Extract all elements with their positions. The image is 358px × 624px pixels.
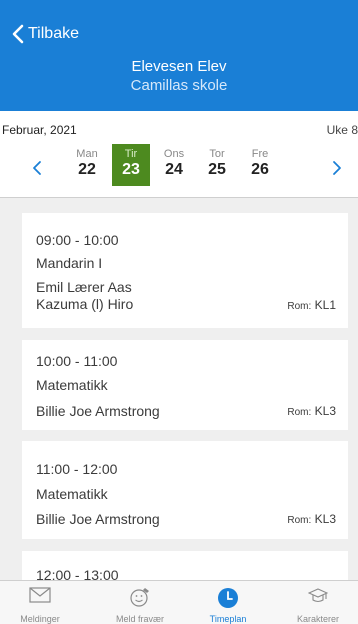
lesson-teacher: Emil Lærer Aas bbox=[36, 279, 132, 295]
graduation-cap-icon bbox=[308, 588, 328, 603]
room-value: KL3 bbox=[314, 404, 336, 418]
app-screen: Tilbake Elevesen Elev Camillas skole Feb… bbox=[0, 0, 358, 624]
day-name: Tir bbox=[124, 148, 138, 160]
lesson-card[interactable]: 10:00 - 11:00 Matematikk Billie Joe Arms… bbox=[22, 340, 348, 430]
room-label: Rom: bbox=[287, 301, 312, 312]
back-label: Tilbake bbox=[28, 25, 79, 42]
back-button[interactable]: Tilbake bbox=[12, 24, 79, 44]
lesson-time: 09:00 - 10:00 bbox=[36, 232, 119, 248]
month-label: Februar, 2021 bbox=[2, 123, 77, 137]
day-date: 24 bbox=[165, 161, 183, 178]
lesson-teacher-secondary: Kazuma (l) Hiro bbox=[36, 296, 134, 312]
next-week-icon[interactable] bbox=[330, 159, 344, 177]
day-friday[interactable]: Fre 26 bbox=[241, 144, 279, 186]
week-selector: Februar, 2021 Uke 8 Man 22 Tir 23 Ons 24… bbox=[0, 111, 358, 197]
tab-label: Karakterer bbox=[296, 614, 340, 624]
lesson-time: 11:00 - 12:00 bbox=[36, 461, 118, 477]
chevron-left-icon bbox=[12, 24, 24, 44]
room-value: KL3 bbox=[314, 512, 336, 526]
day-name: Man bbox=[76, 148, 98, 160]
tab-karakterer[interactable]: Karakterer bbox=[278, 581, 358, 624]
tab-label: Meldinger bbox=[20, 614, 60, 624]
envelope-icon bbox=[29, 587, 51, 603]
room-label: Rom: bbox=[287, 407, 312, 418]
lesson-teacher: Billie Joe Armstrong bbox=[36, 403, 160, 419]
lesson-subject: Mandarin I bbox=[36, 255, 103, 271]
day-name: Fre bbox=[251, 148, 269, 160]
day-name: Ons bbox=[163, 148, 185, 160]
day-name: Tor bbox=[209, 148, 225, 160]
tab-label: Meld fravær bbox=[115, 614, 164, 624]
room-label: Rom: bbox=[287, 515, 312, 526]
smiley-icon bbox=[130, 588, 149, 607]
lesson-subject: Matematikk bbox=[36, 377, 108, 393]
student-name: Elevesen Elev bbox=[131, 58, 227, 75]
lesson-card[interactable]: 11:00 - 12:00 Matematikk Billie Joe Arms… bbox=[22, 441, 348, 539]
tab-label: Timeplan bbox=[209, 614, 247, 624]
tab-meld-fravaer[interactable]: Meld fravær bbox=[100, 581, 180, 624]
day-monday[interactable]: Man 22 bbox=[68, 144, 106, 186]
lesson-time: 10:00 - 11:00 bbox=[36, 353, 118, 369]
day-wednesday[interactable]: Ons 24 bbox=[155, 144, 193, 186]
lesson-teacher: Billie Joe Armstrong bbox=[36, 511, 160, 527]
clock-icon bbox=[218, 588, 238, 608]
lesson-room: Rom: KL1 bbox=[287, 298, 336, 312]
day-date: 25 bbox=[208, 161, 226, 178]
day-tuesday[interactable]: Tir 23 bbox=[112, 144, 150, 186]
tab-meldinger[interactable]: Meldinger bbox=[0, 581, 80, 624]
previous-week-icon[interactable] bbox=[30, 159, 44, 177]
tab-bar: Meldinger Meld fravær Timeplan Karaktere… bbox=[0, 580, 358, 624]
divider bbox=[0, 197, 358, 198]
header-bar: Tilbake Elevesen Elev Camillas skole bbox=[0, 0, 358, 111]
week-number: Uke 8 bbox=[326, 123, 358, 137]
school-name: Camillas skole bbox=[130, 77, 228, 94]
lesson-subject: Matematikk bbox=[36, 486, 108, 502]
room-value: KL1 bbox=[314, 298, 336, 312]
day-thursday[interactable]: Tor 25 bbox=[198, 144, 236, 186]
tab-timeplan[interactable]: Timeplan bbox=[188, 581, 268, 624]
lesson-card[interactable]: 09:00 - 10:00 Mandarin I Emil Lærer Aas … bbox=[22, 213, 348, 328]
day-date: 22 bbox=[78, 161, 96, 178]
lesson-room: Rom: KL3 bbox=[287, 512, 336, 526]
day-date: 23 bbox=[122, 161, 140, 178]
lesson-room: Rom: KL3 bbox=[287, 404, 336, 418]
day-date: 26 bbox=[251, 161, 269, 178]
